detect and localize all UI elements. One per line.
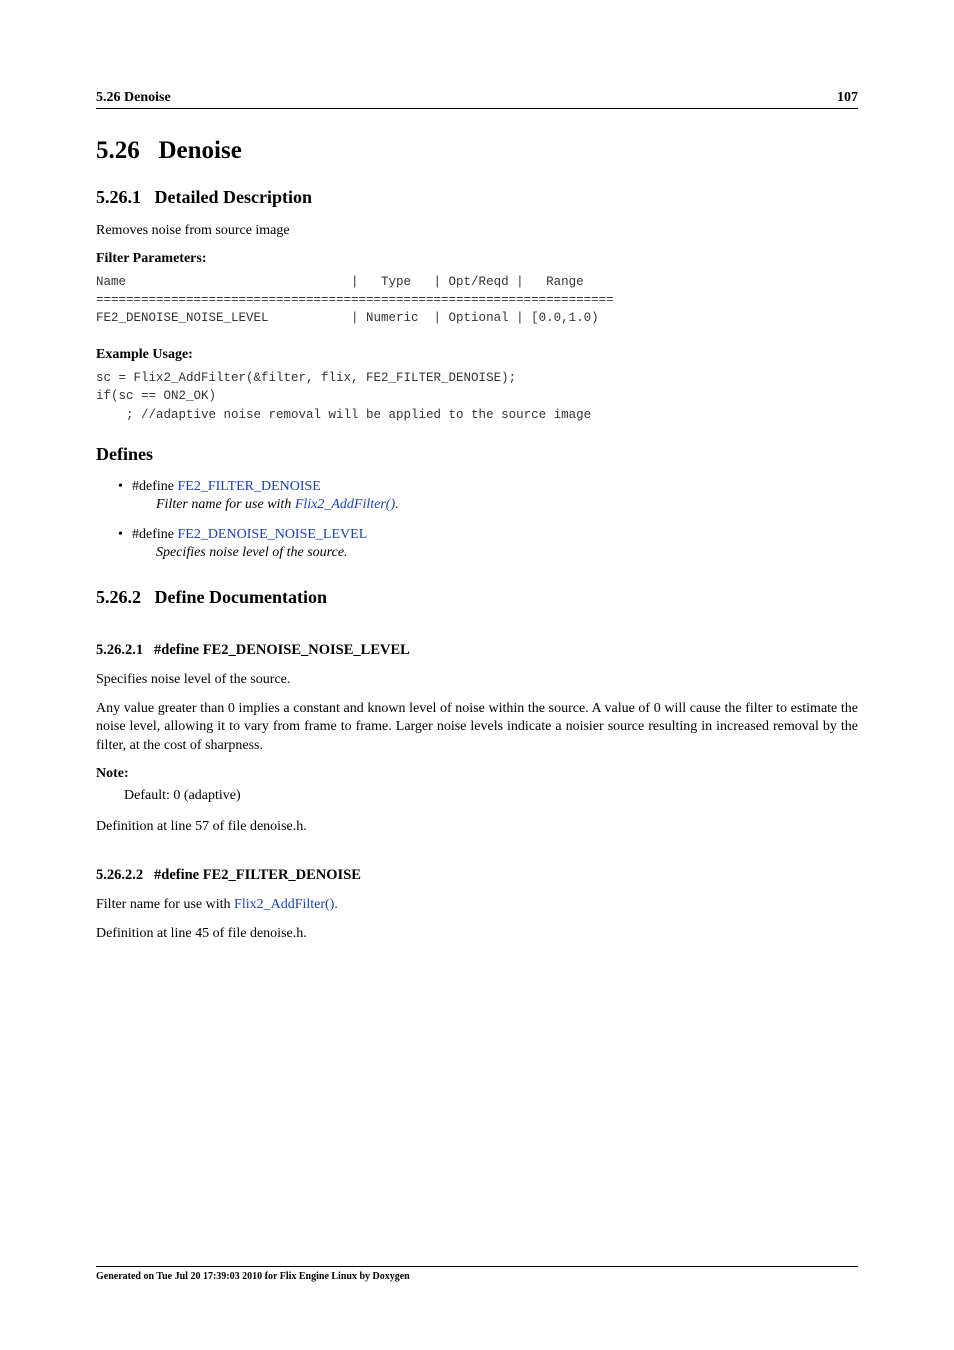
defines-heading: Defines <box>96 444 858 465</box>
define-item: • #define FE2_FILTER_DENOISE Filter name… <box>96 479 858 513</box>
define-item: • #define FE2_DENOISE_NOISE_LEVEL Specif… <box>96 527 858 561</box>
sub2-link-addfilter[interactable]: Flix2_AddFilter(). <box>234 897 338 912</box>
page-header: 5.26 Denoise 107 <box>96 90 858 108</box>
note-body: Default: 0 (adaptive) <box>96 788 858 804</box>
define-doc-sub1-heading: 5.26.2.1 #define FE2_DENOISE_NOISE_LEVEL <box>96 642 858 659</box>
example-usage-label: Example Usage: <box>96 347 858 363</box>
define-link-fe2-filter-denoise[interactable]: FE2_FILTER_DENOISE <box>177 479 320 494</box>
bullet-icon: • <box>118 479 123 495</box>
sub2-p1: Filter name for use with Flix2_AddFilter… <box>96 896 858 915</box>
detailed-intro: Removes noise from source image <box>96 222 858 241</box>
define-desc: Specifies noise level of the source. <box>132 545 858 561</box>
example-usage-code: sc = Flix2_AddFilter(&filter, flix, FE2_… <box>96 369 858 423</box>
sub1-p1: Specifies noise level of the source. <box>96 671 858 690</box>
section-heading: 5.26 Denoise <box>96 137 858 165</box>
detailed-description-heading: 5.26.1 Detailed Description <box>96 187 858 208</box>
footer-rule <box>96 1266 858 1267</box>
header-left: 5.26 Denoise <box>96 90 171 106</box>
filter-parameters-table: Name | Type | Opt/Reqd | Range =========… <box>96 273 858 327</box>
sub1-p2: Any value greater than 0 implies a const… <box>96 700 858 757</box>
footer-text: Generated on Tue Jul 20 17:39:03 2010 fo… <box>96 1271 858 1282</box>
header-rule <box>96 108 858 109</box>
note-label: Note: <box>96 766 858 782</box>
page: 5.26 Denoise 107 5.26 Denoise 5.26.1 Det… <box>0 0 954 1350</box>
sub1-defline: Definition at line 57 of file denoise.h. <box>96 818 858 837</box>
define-link-fe2-denoise-noise-level[interactable]: FE2_DENOISE_NOISE_LEVEL <box>177 527 367 542</box>
define-documentation-heading: 5.26.2 Define Documentation <box>96 587 858 608</box>
define-desc-link-addfilter[interactable]: Flix2_AddFilter() <box>295 497 395 512</box>
sub2-defline: Definition at line 45 of file denoise.h. <box>96 925 858 944</box>
bullet-icon: • <box>118 527 123 543</box>
page-number: 107 <box>837 90 858 106</box>
filter-parameters-label: Filter Parameters: <box>96 251 858 267</box>
page-footer: Generated on Tue Jul 20 17:39:03 2010 fo… <box>96 1266 858 1282</box>
define-doc-sub2-heading: 5.26.2.2 #define FE2_FILTER_DENOISE <box>96 867 858 884</box>
defines-list: • #define FE2_FILTER_DENOISE Filter name… <box>96 479 858 561</box>
note-block: Note: Default: 0 (adaptive) <box>96 766 858 804</box>
